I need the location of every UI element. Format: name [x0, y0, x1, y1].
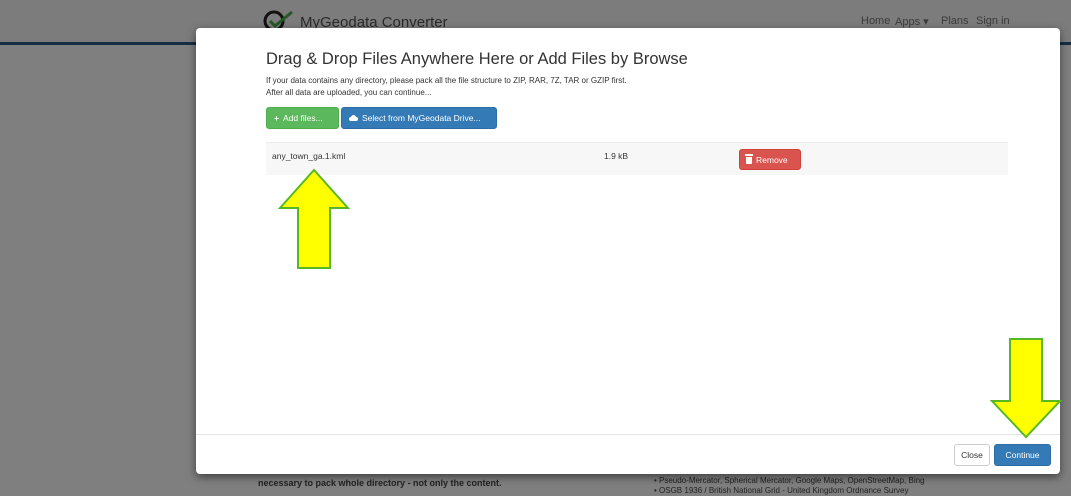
- trash-icon: [745, 154, 753, 164]
- modal-title: Drag & Drop Files Anywhere Here or Add F…: [266, 50, 688, 68]
- add-files-button[interactable]: + Add files...: [266, 107, 339, 129]
- continue-button[interactable]: Continue: [994, 444, 1051, 466]
- file-size: 1.9 kB: [604, 151, 629, 161]
- select-from-drive-button[interactable]: Select from MyGeodata Drive...: [341, 107, 497, 129]
- remove-file-button[interactable]: Remove: [739, 149, 801, 170]
- up-arrow-annotation: [278, 168, 350, 269]
- modal-instruction: If your data contains any directory, ple…: [266, 76, 627, 85]
- file-row: any_town_ga.1.kml 1.9 kB Remove: [266, 142, 1008, 175]
- down-arrow-annotation: [990, 338, 1062, 439]
- cloud-icon: [349, 115, 358, 121]
- modal-instruction: After all data are uploaded, you can con…: [266, 88, 432, 97]
- modal-footer: Close Continue: [196, 434, 1060, 475]
- file-name: any_town_ga.1.kml: [272, 151, 346, 161]
- close-button[interactable]: Close: [954, 444, 990, 466]
- plus-icon: +: [274, 113, 279, 123]
- add-files-label: Add files...: [282, 113, 323, 123]
- select-from-drive-label: Select from MyGeodata Drive...: [362, 113, 481, 123]
- remove-label: Remove: [756, 154, 788, 165]
